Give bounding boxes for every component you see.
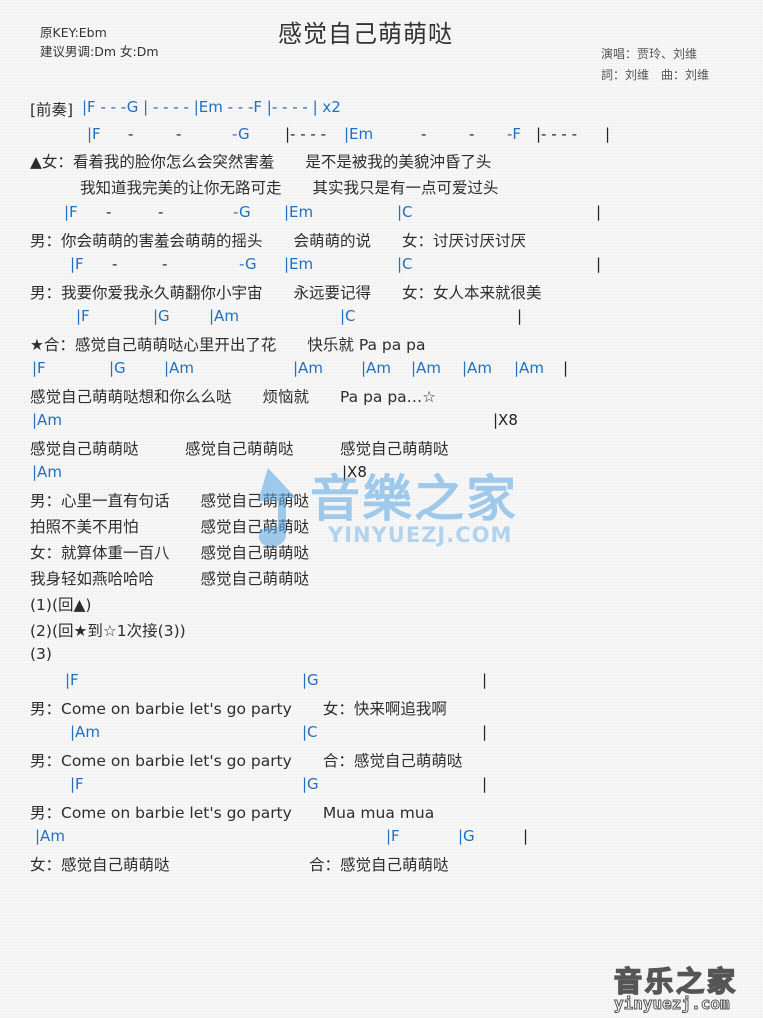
repeat-marker: |X8 bbox=[493, 411, 518, 429]
lyric-line: ▲女：看着我的脸你怎么会突然害羞 是不是被我的美貌沖昏了头 bbox=[30, 153, 492, 171]
chord: |F bbox=[65, 671, 79, 689]
chord: -G bbox=[232, 125, 250, 143]
chord: |Am bbox=[514, 359, 544, 377]
chord: |G bbox=[109, 359, 126, 377]
chord: |C bbox=[340, 307, 356, 325]
beat-dash: - bbox=[112, 255, 118, 273]
bar-line: | bbox=[596, 203, 602, 221]
lyric-line: 男：Come on barbie let's go party Mua mua … bbox=[30, 804, 435, 822]
lyric-line: 女：就算体重一百八 感觉自己萌萌哒 bbox=[30, 544, 310, 562]
intro-chords-row1: |F - - -G | - - - - |Em - - -F |- - - - … bbox=[82, 98, 341, 116]
chord: |Em bbox=[284, 255, 314, 273]
lyric-line: 男：我要你爱我永久萌翻你小宇宙 永远要记得 女：女人本来就很美 bbox=[30, 284, 542, 302]
beat-dash: - bbox=[162, 255, 168, 273]
writer-credit: 詞：刘维 曲：刘维 bbox=[601, 68, 710, 82]
lyric-line: 男：Come on barbie let's go party 女：快来啊追我啊 bbox=[30, 700, 447, 718]
chord: |F bbox=[76, 307, 90, 325]
lyric-line: 感觉自己萌萌哒想和你么么哒 烦恼就 Pa pa pa…☆ bbox=[30, 388, 437, 406]
beat-dash: - bbox=[421, 125, 427, 143]
footer-url: yinyuezj.com bbox=[614, 994, 731, 1014]
chord: |G bbox=[302, 775, 319, 793]
chord: |F bbox=[70, 775, 84, 793]
chord: |Am bbox=[70, 723, 100, 741]
chord: |G bbox=[302, 671, 319, 689]
chord: |Am bbox=[462, 359, 492, 377]
bar-line: | bbox=[482, 775, 488, 793]
chord: -G bbox=[239, 255, 257, 273]
chord: |Am bbox=[164, 359, 194, 377]
section-note: (3) bbox=[30, 645, 52, 663]
lyric-line: 女：感觉自己萌萌哒 合：感觉自己萌萌哒 bbox=[30, 856, 449, 874]
beat-dashes: |- - - - bbox=[285, 125, 327, 143]
chord: |Am bbox=[35, 827, 65, 845]
lyric-line: 我身轻如燕哈哈哈 感觉自己萌萌哒 bbox=[30, 570, 310, 588]
repeat-marker: |X8 bbox=[342, 463, 367, 481]
chord: |C bbox=[302, 723, 318, 741]
bar-line: | bbox=[523, 827, 529, 845]
chord: |F bbox=[70, 255, 84, 273]
lyric-line: 感觉自己萌萌哒 感觉自己萌萌哒 感觉自己萌萌哒 bbox=[30, 440, 449, 458]
watermark-url: YINYUEZJ.COM bbox=[328, 523, 513, 547]
chord: |Am bbox=[411, 359, 441, 377]
chord: |Am bbox=[32, 463, 62, 481]
section-note: (1)(回▲) bbox=[30, 596, 92, 614]
chord: |Am bbox=[361, 359, 391, 377]
chord: |Am bbox=[32, 411, 62, 429]
chord: |C bbox=[397, 203, 413, 221]
section-note: (2)(回★到☆1次接(3)) bbox=[30, 622, 186, 640]
chord: |G bbox=[458, 827, 475, 845]
beat-dash: - bbox=[158, 203, 164, 221]
beat-dash: - bbox=[176, 125, 182, 143]
bar-line: | bbox=[517, 307, 523, 325]
bar-line: | bbox=[482, 723, 488, 741]
lyric-line: 男：你会萌萌的害羞会萌萌的摇头 会萌萌的说 女：讨厌讨厌讨厌 bbox=[30, 232, 527, 250]
chord: |Em bbox=[284, 203, 314, 221]
singers-credit: 演唱：贾玲、刘维 bbox=[601, 47, 698, 61]
lyric-line: 我知道我完美的让你无路可走 其实我只是有一点可爱过头 bbox=[80, 179, 499, 197]
chord: |F bbox=[32, 359, 46, 377]
chord: |F bbox=[64, 203, 78, 221]
lyric-line: ★合：感觉自己萌萌哒心里开出了花 快乐就 Pa pa pa bbox=[30, 336, 426, 354]
footer-logo: 音乐之家 yinyuezj.com bbox=[608, 960, 758, 1016]
chord: |Em bbox=[344, 125, 374, 143]
original-key: 原KEY:Ebm bbox=[40, 25, 107, 40]
chord: -F bbox=[507, 125, 522, 143]
chord: |G bbox=[153, 307, 170, 325]
chord: -G bbox=[233, 203, 251, 221]
bar-line: | bbox=[563, 359, 569, 377]
lyric-line: 男：Come on barbie let's go party 合：感觉自己萌萌… bbox=[30, 752, 463, 770]
chord: |Am bbox=[209, 307, 239, 325]
beat-dash: - bbox=[128, 125, 134, 143]
lyric-line: 男：心里一直有句话 感觉自己萌萌哒 bbox=[30, 492, 310, 510]
chord: |Am bbox=[293, 359, 323, 377]
intro-label: [前奏] bbox=[30, 101, 74, 119]
chord: |F bbox=[87, 125, 101, 143]
chord: |C bbox=[397, 255, 413, 273]
chord: |F bbox=[386, 827, 400, 845]
beat-dashes: |- - - - bbox=[536, 125, 578, 143]
bar-line: | bbox=[605, 125, 611, 143]
page-title: 感觉自己萌萌哒 bbox=[278, 20, 453, 48]
beat-dash: - bbox=[469, 125, 475, 143]
bar-line: | bbox=[596, 255, 602, 273]
beat-dash: - bbox=[106, 203, 112, 221]
bar-line: | bbox=[482, 671, 488, 689]
suggested-key: 建议男调:Dm 女:Dm bbox=[40, 44, 159, 59]
lyric-line: 拍照不美不用怕 感觉自己萌萌哒 bbox=[30, 518, 310, 536]
